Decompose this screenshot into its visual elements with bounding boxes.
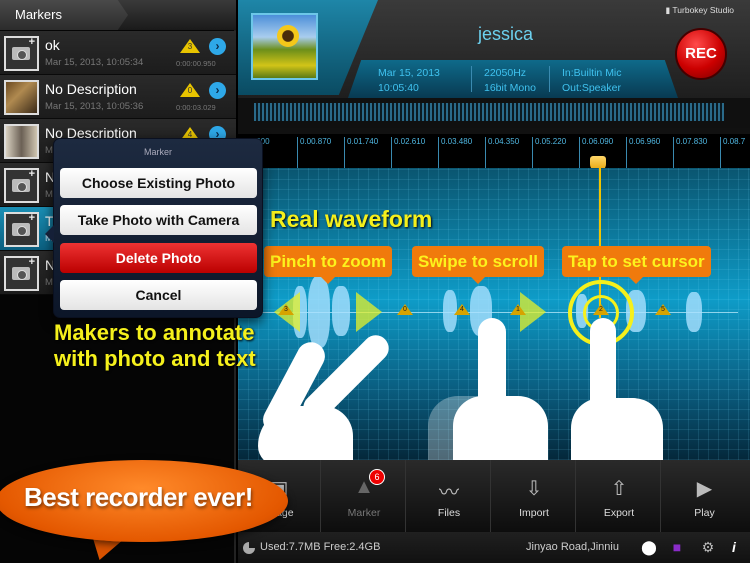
storage-info: Used:7.7MB Free:2.4GB — [260, 541, 381, 553]
waveform-segment — [308, 276, 330, 348]
promo-caption: Best recorder ever! — [24, 482, 253, 512]
marker-photo-thumb[interactable] — [4, 80, 39, 115]
marker-time: 0:00:00.950 — [176, 59, 216, 68]
real-waveform-caption: Real waveform — [270, 206, 433, 232]
waveform-marker[interactable]: 4 — [454, 304, 470, 315]
add-photo-thumb[interactable]: + — [4, 256, 39, 291]
tap-hand-icon — [571, 398, 663, 460]
location-pin-icon[interactable]: ⬤ — [640, 538, 658, 556]
add-photo-thumb[interactable]: + — [4, 168, 39, 203]
location-text: Jinyao Road,Jinniu — [526, 541, 619, 553]
marker-count-badge: 6 — [369, 469, 385, 485]
audio-io: In:Builtin Mic Out:Speaker — [562, 67, 622, 94]
add-photo-thumb[interactable]: + — [4, 36, 39, 71]
pinch-tip: Pinch to zoom — [264, 246, 393, 284]
app-root: Markers + ok Mar 15, 2013, 10:05:34 3 › … — [0, 0, 750, 563]
info-icon[interactable]: i — [725, 538, 743, 556]
waveform-view[interactable]: 3 0 4 1 2 5 Real waveform Pinch to zoom … — [238, 168, 750, 466]
marker-date: M — [45, 189, 53, 200]
rec-button[interactable]: REC — [675, 28, 727, 80]
marker-date: Mar 15, 2013, 10:05:34 — [45, 57, 144, 68]
studio-label: ▮ Turbokey Studio — [665, 5, 734, 15]
marker-warning-badge: 0 — [180, 83, 200, 97]
delete-photo-button[interactable]: Delete Photo — [60, 243, 257, 273]
gear-icon[interactable]: ⚙ — [699, 538, 717, 556]
audio-format: 22050Hz 16bit Mono — [484, 67, 536, 94]
level-meter — [238, 98, 750, 128]
markers-caption: Makers to annotate with photo and text — [54, 320, 256, 371]
swipe-tip: Swipe to scroll — [412, 246, 544, 284]
recording-avatar[interactable] — [251, 13, 318, 80]
recording-info-panel: Mar 15, 2013 10:05:40 22050Hz 16bit Mono I… — [348, 60, 678, 98]
timeline-ruler[interactable]: 0.08.7 0.07.830 0.06.960 0.06.090 0.05.220 0.… — [238, 128, 750, 173]
camera-icon — [12, 267, 30, 280]
take-photo-button[interactable]: Take Photo with Camera — [60, 205, 257, 235]
recording-datetime: Mar 15, 2013 10:05:40 — [378, 67, 440, 94]
waveform-marker[interactable]: 1 — [510, 304, 526, 315]
sidebar-title: Markers — [15, 7, 62, 22]
choose-existing-photo-button[interactable]: Choose Existing Photo — [60, 168, 257, 198]
sidebar-header: Markers — [0, 0, 236, 30]
tap-tip: Tap to set cursor — [562, 246, 711, 284]
toolbar-export-button[interactable]: ⇧ Export — [578, 460, 661, 532]
waveform-segment — [686, 292, 702, 332]
sunflower-image — [277, 25, 299, 47]
marker-date: Mar 15, 2013, 10:05:36 — [45, 101, 144, 112]
tap-finger — [590, 318, 616, 428]
marker-name: No Description — [45, 81, 137, 97]
import-icon: ⇩ — [525, 478, 543, 500]
toolbar-files-button[interactable]: 〰 Files — [408, 460, 491, 532]
marker-row[interactable]: No Description Mar 15, 2013, 10:05:36 0 … — [0, 75, 236, 119]
waveform-marker[interactable]: 5 — [655, 304, 671, 315]
camera-icon — [12, 223, 30, 236]
marker-date: M — [45, 277, 53, 288]
add-photo-thumb[interactable]: + — [4, 212, 39, 247]
pinch-right-arrow — [356, 292, 382, 332]
toolbar-play-button[interactable]: ▶ Play — [663, 460, 746, 532]
camera-icon — [12, 179, 30, 192]
waveform-segment — [332, 286, 350, 336]
camera-icon — [12, 47, 30, 60]
disclosure-arrow-icon[interactable]: › — [209, 38, 226, 55]
popover-title: Marker — [143, 147, 172, 157]
marker-photo-thumb[interactable] — [4, 124, 39, 159]
recording-name[interactable]: jessica — [478, 24, 533, 45]
marker-row[interactable]: + ok Mar 15, 2013, 10:05:34 3 › 0:00:00.… — [0, 31, 236, 75]
export-icon: ⇧ — [610, 478, 628, 500]
disclosure-arrow-icon[interactable]: › — [209, 82, 226, 99]
folder-icon[interactable]: ■ — [668, 538, 686, 556]
status-bar: Used:7.7MB Free:2.4GB Jinyao Road,Jinniu… — [238, 532, 750, 563]
marker-photo-popover: Marker Choose Existing Photo Take Photo … — [45, 138, 263, 318]
marker-name: ok — [45, 37, 60, 53]
marker-warning-badge: 3 — [180, 39, 200, 53]
play-icon: ▶ — [696, 478, 713, 500]
waveform-marker[interactable]: 0 — [397, 304, 413, 315]
swipe-finger — [478, 318, 506, 428]
toolbar-import-button[interactable]: ⇩ Import — [493, 460, 576, 532]
toolbar-marker-button[interactable]: ▲ 6 Marker — [323, 460, 406, 532]
cancel-button[interactable]: Cancel — [60, 280, 257, 310]
marker-time: 0:00:03.029 — [176, 103, 216, 112]
waveform-marker[interactable]: 3 — [278, 304, 294, 315]
storage-pie-icon — [243, 542, 255, 554]
recording-header: ▮ Turbokey Studio jessica Mar 15, 2013 10… — [238, 0, 750, 98]
waveform-icon: 〰 — [439, 482, 459, 504]
bottom-toolbar: ▣ Image ▲ 6 Marker 〰 Files ⇩ Import ⇧ Ex… — [238, 460, 750, 532]
